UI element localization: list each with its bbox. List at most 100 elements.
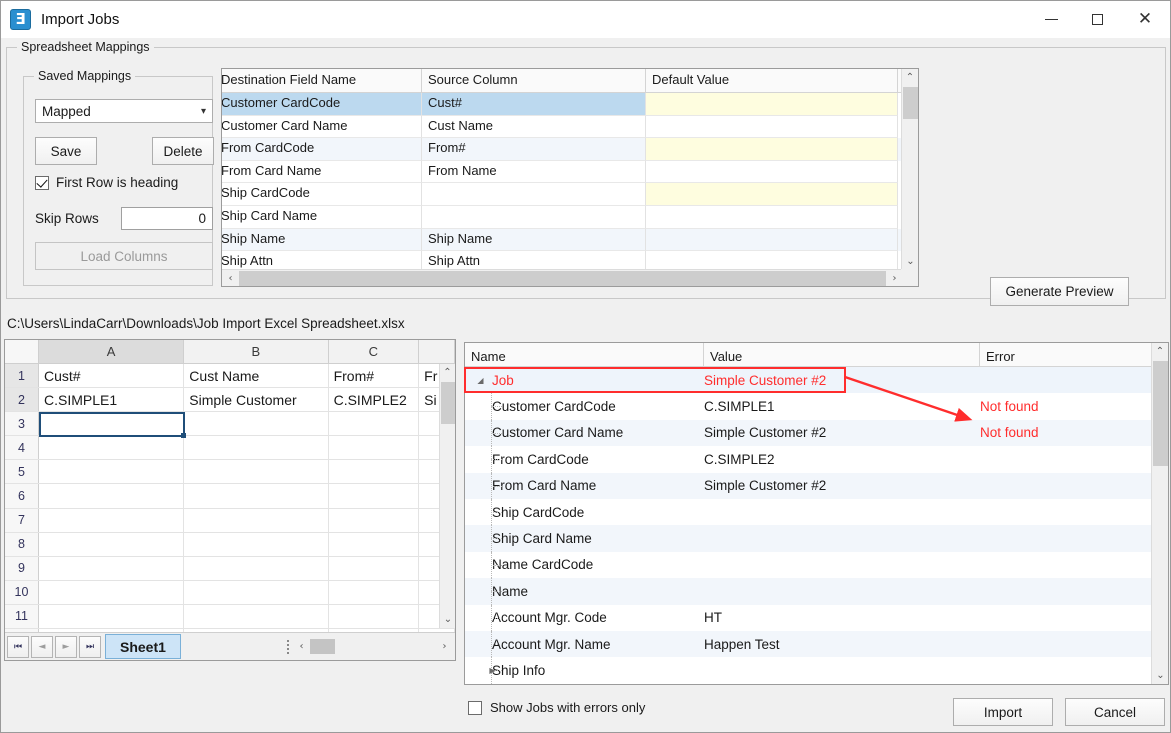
field-mapping-grid[interactable]: Destination Field Name Source Column Def… xyxy=(221,68,919,287)
mapping-default-cell[interactable] xyxy=(646,161,898,184)
tree-collapse-icon[interactable]: ◢ xyxy=(474,374,487,387)
mapping-default-cell[interactable] xyxy=(646,116,898,139)
sheet-column-header-c[interactable]: C xyxy=(329,340,420,363)
sheet-cell[interactable] xyxy=(329,533,420,556)
sheet-cell[interactable] xyxy=(329,509,420,532)
sheet-row-number[interactable]: 2 xyxy=(5,388,39,411)
mapping-default-cell[interactable] xyxy=(646,138,898,161)
sheet-cell[interactable] xyxy=(329,605,420,628)
sheet-column-header-b[interactable]: B xyxy=(184,340,328,363)
mapping-row[interactable]: Ship CardCode xyxy=(222,183,918,206)
sheet-cell[interactable] xyxy=(39,484,184,507)
sheet-cell[interactable] xyxy=(329,581,420,604)
scroll-down-icon[interactable]: ⌄ xyxy=(902,253,919,270)
tree-row[interactable]: ◢JobSimple Customer #2 xyxy=(465,367,1168,393)
sheet-row-number[interactable]: 9 xyxy=(5,557,39,580)
mapping-row[interactable]: Customer CardCodeCust# xyxy=(222,93,918,116)
sheet-cell[interactable] xyxy=(39,509,184,532)
tree-row[interactable]: ▶Ship Info xyxy=(465,657,1168,683)
tree-row[interactable]: From Card NameSimple Customer #2 xyxy=(465,473,1168,499)
sheet-row-number[interactable]: 1 xyxy=(5,364,39,387)
sheet-row-number[interactable]: 11 xyxy=(5,605,39,628)
sheet-hscroll-right-icon[interactable]: › xyxy=(436,638,453,655)
first-row-is-heading-checkbox[interactable]: First Row is heading xyxy=(35,175,178,190)
sheet-column-header-partial[interactable] xyxy=(419,340,455,363)
mapping-default-cell[interactable] xyxy=(646,183,898,206)
sheet-tab-sheet1[interactable]: Sheet1 xyxy=(105,634,181,659)
spreadsheet-preview[interactable]: ABC 1Cust#Cust NameFrom#Fr2C.SIMPLE1Simp… xyxy=(4,339,456,661)
scroll-left-icon[interactable]: ‹ xyxy=(222,270,239,287)
tab-splitter-grip[interactable] xyxy=(287,640,289,654)
minimize-icon[interactable] xyxy=(1028,1,1074,38)
sheet-hscroll-left-icon[interactable]: ‹ xyxy=(293,638,310,655)
sheet-cell[interactable] xyxy=(329,436,420,459)
first-sheet-icon[interactable]: ⏮ xyxy=(7,636,29,658)
sheet-row-number[interactable]: 3 xyxy=(5,412,39,435)
mapping-source-cell[interactable]: From# xyxy=(422,138,646,161)
tree-scroll-up-icon[interactable]: ⌃ xyxy=(1152,343,1168,360)
sheet-cell[interactable] xyxy=(184,484,328,507)
close-icon[interactable]: ✕ xyxy=(1120,1,1170,38)
mapping-source-cell[interactable]: From Name xyxy=(422,161,646,184)
sheet-cell[interactable] xyxy=(329,557,420,580)
mapping-source-cell[interactable] xyxy=(422,183,646,206)
hscroll-thumb[interactable] xyxy=(239,271,886,286)
sheet-cell[interactable]: Simple Customer xyxy=(184,388,328,411)
sheet-cell[interactable] xyxy=(184,460,328,483)
mapping-source-cell[interactable]: Cust Name xyxy=(422,116,646,139)
saved-mapping-select[interactable]: Mapped ▾ xyxy=(35,99,213,123)
last-sheet-icon[interactable]: ⏭ xyxy=(79,636,101,658)
tree-row[interactable]: Name CardCode xyxy=(465,552,1168,578)
tree-row[interactable]: Customer CardCodeC.SIMPLE1Not found xyxy=(465,393,1168,419)
mapping-row[interactable]: From CardCodeFrom# xyxy=(222,138,918,161)
mapping-source-cell[interactable]: Cust# xyxy=(422,93,646,116)
tree-scroll-down-icon[interactable]: ⌄ xyxy=(1152,667,1169,684)
tree-row[interactable]: From CardCodeC.SIMPLE2 xyxy=(465,446,1168,472)
load-columns-button[interactable]: Load Columns xyxy=(35,242,213,270)
mapping-row[interactable]: Customer Card NameCust Name xyxy=(222,116,918,139)
sheet-vscrollbar[interactable]: ⌃ ⌄ xyxy=(439,364,455,628)
sheet-cell[interactable] xyxy=(39,436,184,459)
sheet-cell[interactable]: Cust# xyxy=(39,364,184,387)
sheet-cell[interactable] xyxy=(184,412,328,435)
job-preview-tree[interactable]: Name Value Error ◢JobSimple Customer #2C… xyxy=(464,342,1169,685)
sheet-row-number[interactable]: 5 xyxy=(5,460,39,483)
sheet-cell[interactable] xyxy=(39,605,184,628)
tree-row[interactable]: Ship Card Name xyxy=(465,525,1168,551)
sheet-cell[interactable]: C.SIMPLE1 xyxy=(39,388,184,411)
sheet-row-number[interactable]: 7 xyxy=(5,509,39,532)
tree-row[interactable]: Account Mgr. NameHappen Test xyxy=(465,631,1168,657)
prev-sheet-icon[interactable]: ◄ xyxy=(31,636,53,658)
sheet-cell[interactable] xyxy=(39,557,184,580)
sheet-hscrollbar[interactable]: ‹ › xyxy=(293,637,453,657)
sheet-row-number[interactable]: 4 xyxy=(5,436,39,459)
mapping-row[interactable]: Ship Card Name xyxy=(222,206,918,229)
mapping-row[interactable]: From Card NameFrom Name xyxy=(222,161,918,184)
next-sheet-icon[interactable]: ► xyxy=(55,636,77,658)
mapping-grid-hscrollbar[interactable]: ‹ › xyxy=(222,269,903,286)
maximize-icon[interactable] xyxy=(1074,1,1120,38)
sheet-row-number[interactable]: 6 xyxy=(5,484,39,507)
sheet-cell[interactable] xyxy=(39,460,184,483)
tree-row[interactable]: Name xyxy=(465,578,1168,604)
sheet-scroll-up-icon[interactable]: ⌃ xyxy=(440,364,455,381)
sheet-cell[interactable] xyxy=(184,436,328,459)
mapping-row[interactable]: Ship NameShip Name xyxy=(222,229,918,252)
tree-expand-icon[interactable]: ▶ xyxy=(486,664,499,677)
tree-row[interactable]: Customer Card NameSimple Customer #2Not … xyxy=(465,420,1168,446)
sheet-cell[interactable]: From# xyxy=(329,364,420,387)
sheet-cell[interactable]: C.SIMPLE2 xyxy=(329,388,420,411)
sheet-cell[interactable] xyxy=(184,509,328,532)
mapping-source-cell[interactable] xyxy=(422,206,646,229)
mapping-grid-vscrollbar[interactable]: ⌃ ⌄ xyxy=(901,69,918,270)
sheet-cell[interactable]: Cust Name xyxy=(184,364,328,387)
save-button[interactable]: Save xyxy=(35,137,97,165)
skip-rows-input[interactable]: 0 xyxy=(121,207,213,230)
sheet-cell[interactable] xyxy=(184,605,328,628)
sheet-scroll-down-icon[interactable]: ⌄ xyxy=(440,611,456,628)
generate-preview-button[interactable]: Generate Preview xyxy=(990,277,1129,306)
mapping-default-cell[interactable] xyxy=(646,229,898,252)
sheet-cell[interactable] xyxy=(329,484,420,507)
sheet-cell[interactable] xyxy=(39,533,184,556)
mapping-default-cell[interactable] xyxy=(646,93,898,116)
